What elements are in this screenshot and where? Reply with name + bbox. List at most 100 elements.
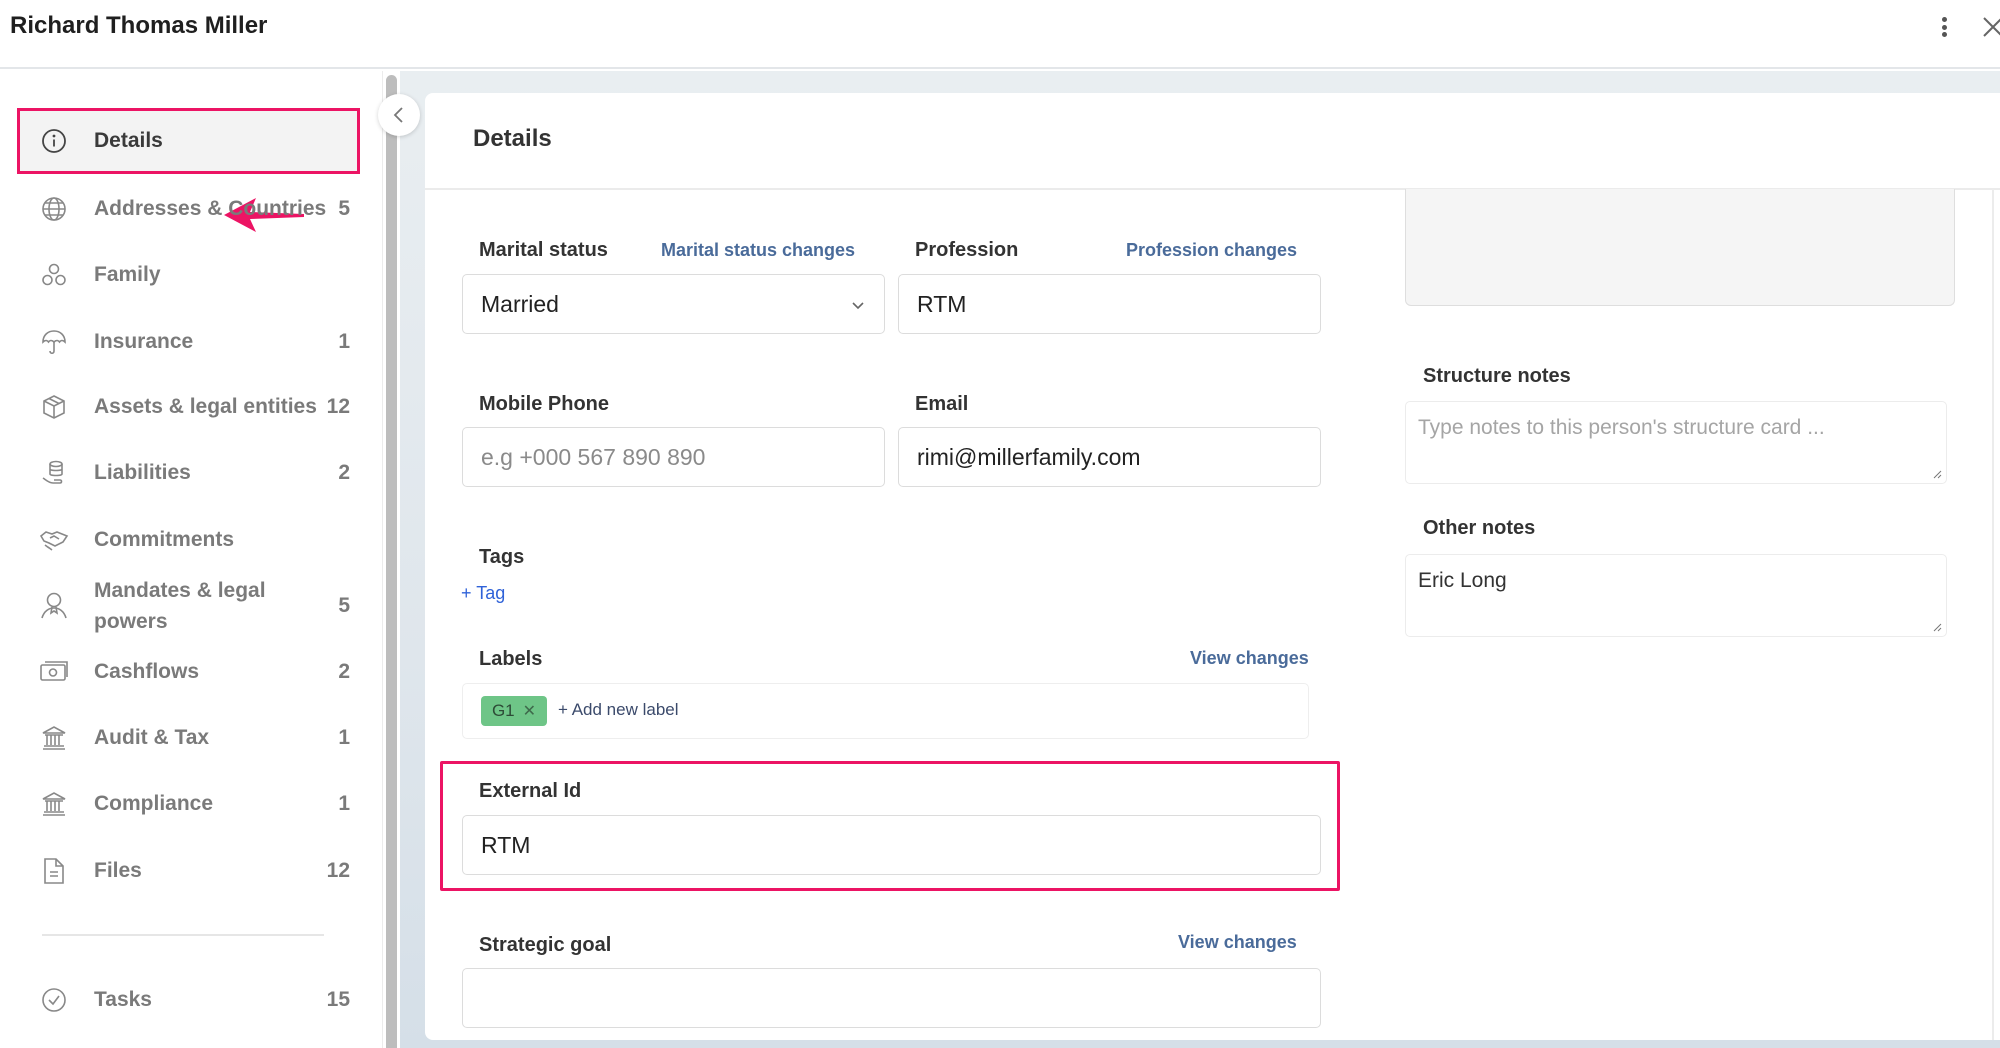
email-input[interactable]: rimi@millerfamily.com [898,427,1321,487]
sidebar-item-cashflows[interactable]: Cashflows 2 [17,642,360,702]
info-icon [39,126,69,156]
labels-box: G1 ✕ + Add new label [462,683,1309,739]
sidebar-item-label: Details [94,129,163,152]
marital-status-select[interactable]: Married [462,274,885,334]
external-id-input[interactable]: RTM [462,815,1321,875]
award-person-icon [39,591,69,621]
profession-value: RTM [917,290,967,317]
window-title: Richard Thomas Miller [10,12,268,39]
sidebar-item-count: 1 [338,792,350,815]
marital-status-changes-link[interactable]: Marital status changes [661,240,855,261]
labels-view-changes-link[interactable]: View changes [1190,648,1309,669]
tags-label: Tags [479,546,525,568]
sidebar-item-count: 15 [326,988,350,1011]
sidebar-item-count: 5 [338,197,350,220]
sidebar-item-commitments[interactable]: Commitments [17,510,360,570]
resize-grip-icon[interactable] [1932,622,1942,632]
handshake-icon [39,525,69,555]
close-icon[interactable] [1978,12,2000,42]
profession-changes-link[interactable]: Profession changes [1126,240,1297,261]
sidebar-item-count: 12 [326,395,350,418]
sidebar-item-family[interactable]: Family [17,245,360,305]
marital-status-label: Marital status [479,239,608,261]
window-header: Richard Thomas Miller [0,0,2000,69]
sidebar-item-tasks[interactable]: Tasks 15 [17,970,360,1030]
sidebar-item-label: Cashflows [94,660,200,683]
label-chip[interactable]: G1 ✕ [481,696,547,726]
collapse-sidebar-button[interactable] [378,94,420,136]
add-tag-button[interactable]: + Tag [461,583,505,604]
sidebar-item-count: 12 [326,859,350,882]
sidebar-item-compliance[interactable]: Compliance 1 [17,774,360,834]
sidebar-item-insurance[interactable]: Insurance 1 [17,312,360,372]
sidebar-item-label: Liabilities [94,461,191,484]
sidebar-item-label: Insurance [94,330,194,353]
marital-status-value: Married [481,290,559,317]
check-circle-icon [39,985,69,1015]
profession-input[interactable]: RTM [898,274,1321,334]
content-scrollbar-edge [1992,189,1994,1040]
sidebar-item-label: Files [94,859,142,882]
sidebar-item-files[interactable]: Files 12 [17,841,360,901]
family-icon [39,260,69,290]
bank-icon [39,789,69,819]
box-icon [39,392,69,422]
resize-grip-icon[interactable] [1932,469,1942,479]
sidebar-item-label: Audit & Tax [94,726,210,749]
mobile-phone-input[interactable]: e.g +000 567 890 890 [462,427,885,487]
strategic-goal-label: Strategic goal [479,934,612,956]
sidebar-item-details[interactable]: Details [17,108,360,174]
sidebar-item-label: Tasks [94,988,152,1011]
structure-notes-textarea[interactable]: Type notes to this person's structure ca… [1405,401,1947,484]
sidebar: Details Addresses & Countries 5 Family I… [0,71,382,1048]
bank-icon [39,723,69,753]
add-new-label-button[interactable]: + Add new label [558,700,679,720]
file-icon [39,856,69,886]
sidebar-divider [42,934,324,936]
sidebar-item-count: 1 [338,330,350,353]
strategic-goal-input[interactable] [462,968,1321,1028]
chevron-down-icon [852,302,864,310]
coins-hand-icon [39,458,69,488]
email-label: Email [915,393,969,415]
cash-icon [39,657,69,687]
sidebar-item-liabilities[interactable]: Liabilities 2 [17,443,360,503]
structure-notes-label: Structure notes [1423,365,1571,387]
mobile-phone-placeholder: e.g +000 567 890 890 [481,443,706,470]
kebab-vertical-icon[interactable] [1932,14,1956,40]
globe-icon [39,194,69,224]
sidebar-item-count: 5 [338,594,350,617]
other-notes-value: Eric Long [1418,569,1507,592]
sidebar-item-addresses[interactable]: Addresses & Countries 5 [17,179,360,239]
other-notes-textarea[interactable]: Eric Long [1405,554,1947,637]
profession-label: Profession [915,239,1019,261]
sidebar-item-count: 2 [338,660,350,683]
section-title: Details [473,125,552,152]
sidebar-item-audit-tax[interactable]: Audit & Tax 1 [17,708,360,768]
sidebar-item-count: 2 [338,461,350,484]
sidebar-item-label: Family [94,263,161,286]
sidebar-item-mandates[interactable]: Mandates & legal powers 5 [17,571,360,641]
external-id-label: External Id [479,780,582,802]
sidebar-item-label: Compliance [94,792,214,815]
sidebar-item-label: Commitments [94,528,235,551]
strategic-goal-view-changes-link[interactable]: View changes [1178,932,1297,953]
mobile-phone-label: Mobile Phone [479,393,609,415]
sidebar-item-label: Mandates & legal powers [94,579,266,633]
label-chip-text: G1 [491,701,515,720]
external-id-value: RTM [481,831,531,858]
sidebar-item-count: 1 [338,726,350,749]
sidebar-item-label: Assets & legal entities [94,395,317,418]
chevron-left-icon [393,107,403,123]
sidebar-item-label: Addresses & Countries [94,197,327,220]
sidebar-scrollbar-thumb[interactable] [386,75,397,1048]
structure-notes-placeholder: Type notes to this person's structure ca… [1418,416,1825,439]
details-card: Details Marital status Marital status ch… [425,93,2000,1040]
remove-label-icon[interactable]: ✕ [523,701,536,721]
readonly-textarea [1405,189,1955,306]
sidebar-item-assets[interactable]: Assets & legal entities 12 [17,377,360,437]
email-value: rimi@millerfamily.com [917,443,1141,470]
labels-label: Labels [479,648,543,670]
other-notes-label: Other notes [1423,517,1536,539]
umbrella-icon [39,327,69,357]
